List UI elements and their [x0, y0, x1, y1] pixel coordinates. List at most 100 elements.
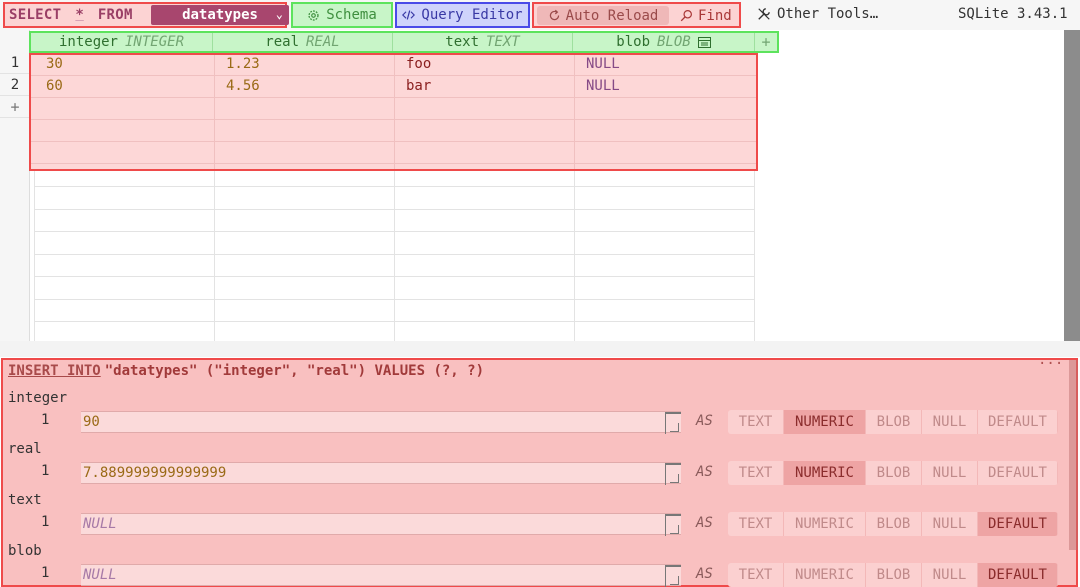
param-value-input[interactable]: NULL [81, 513, 681, 536]
type-option-numeric[interactable]: NUMERIC [784, 461, 866, 485]
row-number[interactable]: 2 [0, 74, 30, 96]
schema-button-label: Schema [326, 7, 377, 23]
column-name: blob [616, 34, 650, 50]
type-option-numeric[interactable]: NUMERIC [784, 410, 866, 434]
auto-reload-button[interactable]: Auto Reload [537, 6, 669, 25]
param-index: 1 [41, 565, 50, 581]
insert-statement: INSERT INTO "datatypes" ("integer", "rea… [8, 362, 484, 380]
add-column-button[interactable]: + [755, 33, 777, 51]
sqlite-version: SQLite 3.43.1 [958, 6, 1068, 22]
column-name: real [265, 34, 299, 50]
param-index: 1 [41, 412, 50, 428]
gear-icon [308, 9, 319, 21]
row-number-column: 1 2 + [0, 30, 30, 341]
type-option-default[interactable]: DEFAULT [978, 563, 1058, 587]
insert-keyword: INSERT INTO [8, 363, 101, 379]
row-number[interactable]: 1 [0, 52, 30, 74]
refresh-icon [549, 9, 559, 21]
table-dropdown-value: datatypes [182, 7, 258, 23]
type-option-default[interactable]: DEFAULT [978, 410, 1058, 434]
param-value-input[interactable]: 90 [81, 411, 681, 434]
column-header-integer[interactable]: integer INTEGER [31, 33, 213, 51]
find-button[interactable]: Find [680, 6, 732, 25]
schema-button[interactable]: Schema [291, 2, 393, 28]
query-editor-label: Query Editor [421, 7, 523, 23]
column-header-blob[interactable]: blob BLOB [573, 33, 755, 51]
cell-text[interactable]: foo [406, 53, 431, 75]
type-option-blob[interactable]: BLOB [866, 563, 922, 587]
add-row-button[interactable]: + [0, 96, 30, 118]
as-label: AS [696, 515, 713, 531]
type-option-numeric[interactable]: NUMERIC [784, 512, 866, 536]
column-header-row: integer INTEGER real REAL text TEXT blob… [29, 31, 779, 53]
column-type: TEXT [486, 34, 520, 50]
chevron-down-icon: ⌄ [275, 7, 283, 21]
grid-column-line [214, 171, 215, 341]
select-statement-bar: SELECT * FROM datatypes ⌄ [3, 2, 289, 28]
type-option-null[interactable]: NULL [922, 461, 978, 485]
param-value: NULL [83, 516, 117, 532]
insert-target: "datatypes" ("integer", "real") VALUES (… [104, 363, 485, 379]
grid-column-line [754, 171, 755, 341]
value-type-selector: TEXT NUMERIC BLOB NULL DEFAULT [728, 410, 1058, 434]
column-name: text [445, 34, 479, 50]
param-label: real [8, 441, 42, 457]
column-selector[interactable]: * [75, 7, 83, 23]
cell-text[interactable]: bar [406, 75, 431, 97]
column-header-text[interactable]: text TEXT [393, 33, 573, 51]
panel-divider[interactable] [0, 341, 1080, 357]
cell-integer[interactable]: 60 [46, 75, 63, 97]
cell-blob[interactable]: NULL [586, 53, 620, 75]
as-label: AS [696, 413, 713, 429]
type-option-blob[interactable]: BLOB [866, 461, 922, 485]
type-option-null[interactable]: NULL [922, 563, 978, 587]
column-header-real[interactable]: real REAL [213, 33, 393, 51]
value-type-selector: TEXT NUMERIC BLOB NULL DEFAULT [728, 563, 1058, 587]
resize-handle-icon[interactable] [665, 412, 681, 434]
grid-column-line [394, 171, 395, 341]
table-dropdown[interactable]: datatypes ⌄ [151, 5, 289, 25]
param-value: NULL [83, 567, 117, 583]
type-option-text[interactable]: TEXT [728, 461, 784, 485]
column-type: BLOB [657, 34, 691, 50]
param-label: blob [8, 543, 42, 559]
type-option-default[interactable]: DEFAULT [978, 512, 1058, 536]
result-rows: 30 1.23 foo NULL 60 4.56 bar NULL [29, 53, 758, 171]
data-grid: 1 2 + integer INTEGER real REAL text TEX… [0, 30, 1066, 341]
insert-panel: ··· INSERT INTO "datatypes" ("integer", … [1, 356, 1078, 587]
blob-viewer-icon[interactable] [697, 36, 711, 48]
type-option-default[interactable]: DEFAULT [978, 461, 1058, 485]
cell-integer[interactable]: 30 [46, 53, 63, 75]
grid-vertical-scrollbar[interactable] [1064, 30, 1080, 341]
toolbar: SELECT * FROM datatypes ⌄ Schema Query E… [0, 0, 1080, 30]
param-label: integer [8, 390, 68, 406]
param-value: 90 [83, 414, 100, 430]
query-editor-button[interactable]: Query Editor [395, 2, 530, 28]
type-option-blob[interactable]: BLOB [866, 410, 922, 434]
as-label: AS [696, 566, 713, 582]
type-option-text[interactable]: TEXT [728, 410, 784, 434]
type-option-null[interactable]: NULL [922, 512, 978, 536]
more-options-icon[interactable]: ··· [1038, 356, 1063, 372]
param-index: 1 [41, 463, 50, 479]
type-option-text[interactable]: TEXT [728, 563, 784, 587]
param-value-input[interactable]: 7.889999999999999 [81, 462, 681, 485]
resize-handle-icon[interactable] [665, 565, 681, 587]
cell-blob[interactable]: NULL [586, 75, 620, 97]
param-value: 7.889999999999999 [83, 465, 227, 481]
type-option-blob[interactable]: BLOB [866, 512, 922, 536]
other-tools-button[interactable]: Other Tools… [757, 4, 878, 24]
type-option-text[interactable]: TEXT [728, 512, 784, 536]
cell-real[interactable]: 1.23 [226, 53, 260, 75]
resize-handle-icon[interactable] [665, 463, 681, 485]
reload-find-group: Auto Reload Find [532, 2, 741, 28]
insert-panel-scrollbar[interactable] [1069, 360, 1078, 550]
type-option-null[interactable]: NULL [922, 410, 978, 434]
grid-column-line [574, 171, 575, 341]
type-option-numeric[interactable]: NUMERIC [784, 563, 866, 587]
column-type: REAL [306, 34, 340, 50]
cell-real[interactable]: 4.56 [226, 75, 260, 97]
column-name: integer [58, 34, 118, 50]
param-value-input[interactable]: NULL [81, 564, 681, 587]
resize-handle-icon[interactable] [665, 514, 681, 536]
